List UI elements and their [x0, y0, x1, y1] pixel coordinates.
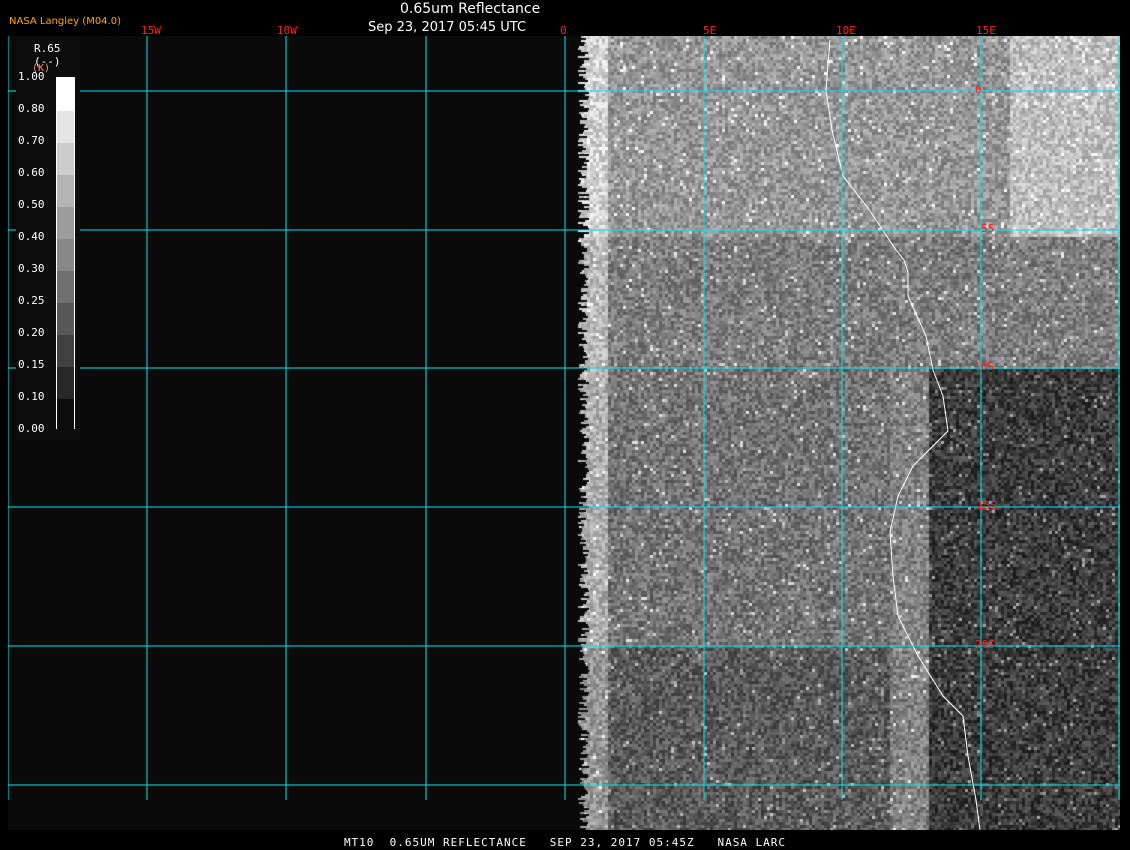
image-title: 0.65um Reflectance: [400, 1, 541, 17]
lon-label-5e: 5E: [703, 24, 717, 37]
legend-swatch: [57, 175, 74, 207]
lon-label-15e: 15E: [976, 24, 996, 37]
legend-swatch: [57, 399, 74, 431]
lon-label-0: 0: [560, 24, 567, 37]
legend-tick: 0.10: [18, 390, 45, 403]
legend-swatch: [57, 111, 74, 143]
legend-tick: 0.80: [18, 102, 45, 115]
legend-var: R.65: [34, 42, 61, 55]
legend-tick: 0.40: [18, 230, 45, 243]
color-legend: R.65 (--) (K) 1.00 0.80 0.70 0.60 0.50 0.40 0.…: [16, 36, 80, 440]
lat-label-15s: 15S: [977, 499, 997, 512]
legend-tick: 0.70: [18, 134, 45, 147]
image-datetime: Sep 23, 2017 05:45 UTC: [368, 20, 527, 35]
legend-swatch: [57, 143, 74, 175]
legend-swatch: [57, 207, 74, 239]
legend-tick: 1.00: [18, 70, 45, 83]
legend-swatch: [57, 303, 74, 335]
legend-swatch: [57, 335, 74, 367]
legend-tick: 0.20: [18, 326, 45, 339]
legend-tick: 0.30: [18, 262, 45, 275]
lon-label-10w: 10W: [277, 24, 297, 37]
lat-label-20s: 20S: [975, 638, 995, 651]
legend-tick: 0.15: [18, 358, 45, 371]
legend-swatch: [57, 271, 74, 303]
lon-label-15w: 15W: [141, 24, 161, 37]
legend-swatch: [57, 239, 74, 271]
lat-label-0: 0: [975, 83, 982, 96]
legend-tick: 0.60: [18, 166, 45, 179]
legend-tick: 0.25: [18, 294, 45, 307]
coastline: [825, 39, 981, 830]
lon-label-10e: 10E: [836, 24, 856, 37]
satellite-map[interactable]: [8, 36, 1120, 830]
footer-caption: MT10 0.65UM REFLECTANCE SEP 23, 2017 05:…: [343, 836, 787, 849]
legend-tick: 0.50: [18, 198, 45, 211]
lat-label-10s: 10S: [974, 360, 994, 373]
map-overlay: [8, 36, 1120, 830]
legend-colorbar: [56, 77, 75, 431]
legend-tick: 0.00: [18, 422, 45, 435]
lat-lon-grid: [8, 36, 1120, 800]
lat-label-5s: 5S: [981, 222, 995, 235]
legend-swatch: [57, 367, 74, 399]
source-label: NASA Langley (M04.0): [9, 16, 121, 27]
legend-swatch: [57, 78, 74, 111]
